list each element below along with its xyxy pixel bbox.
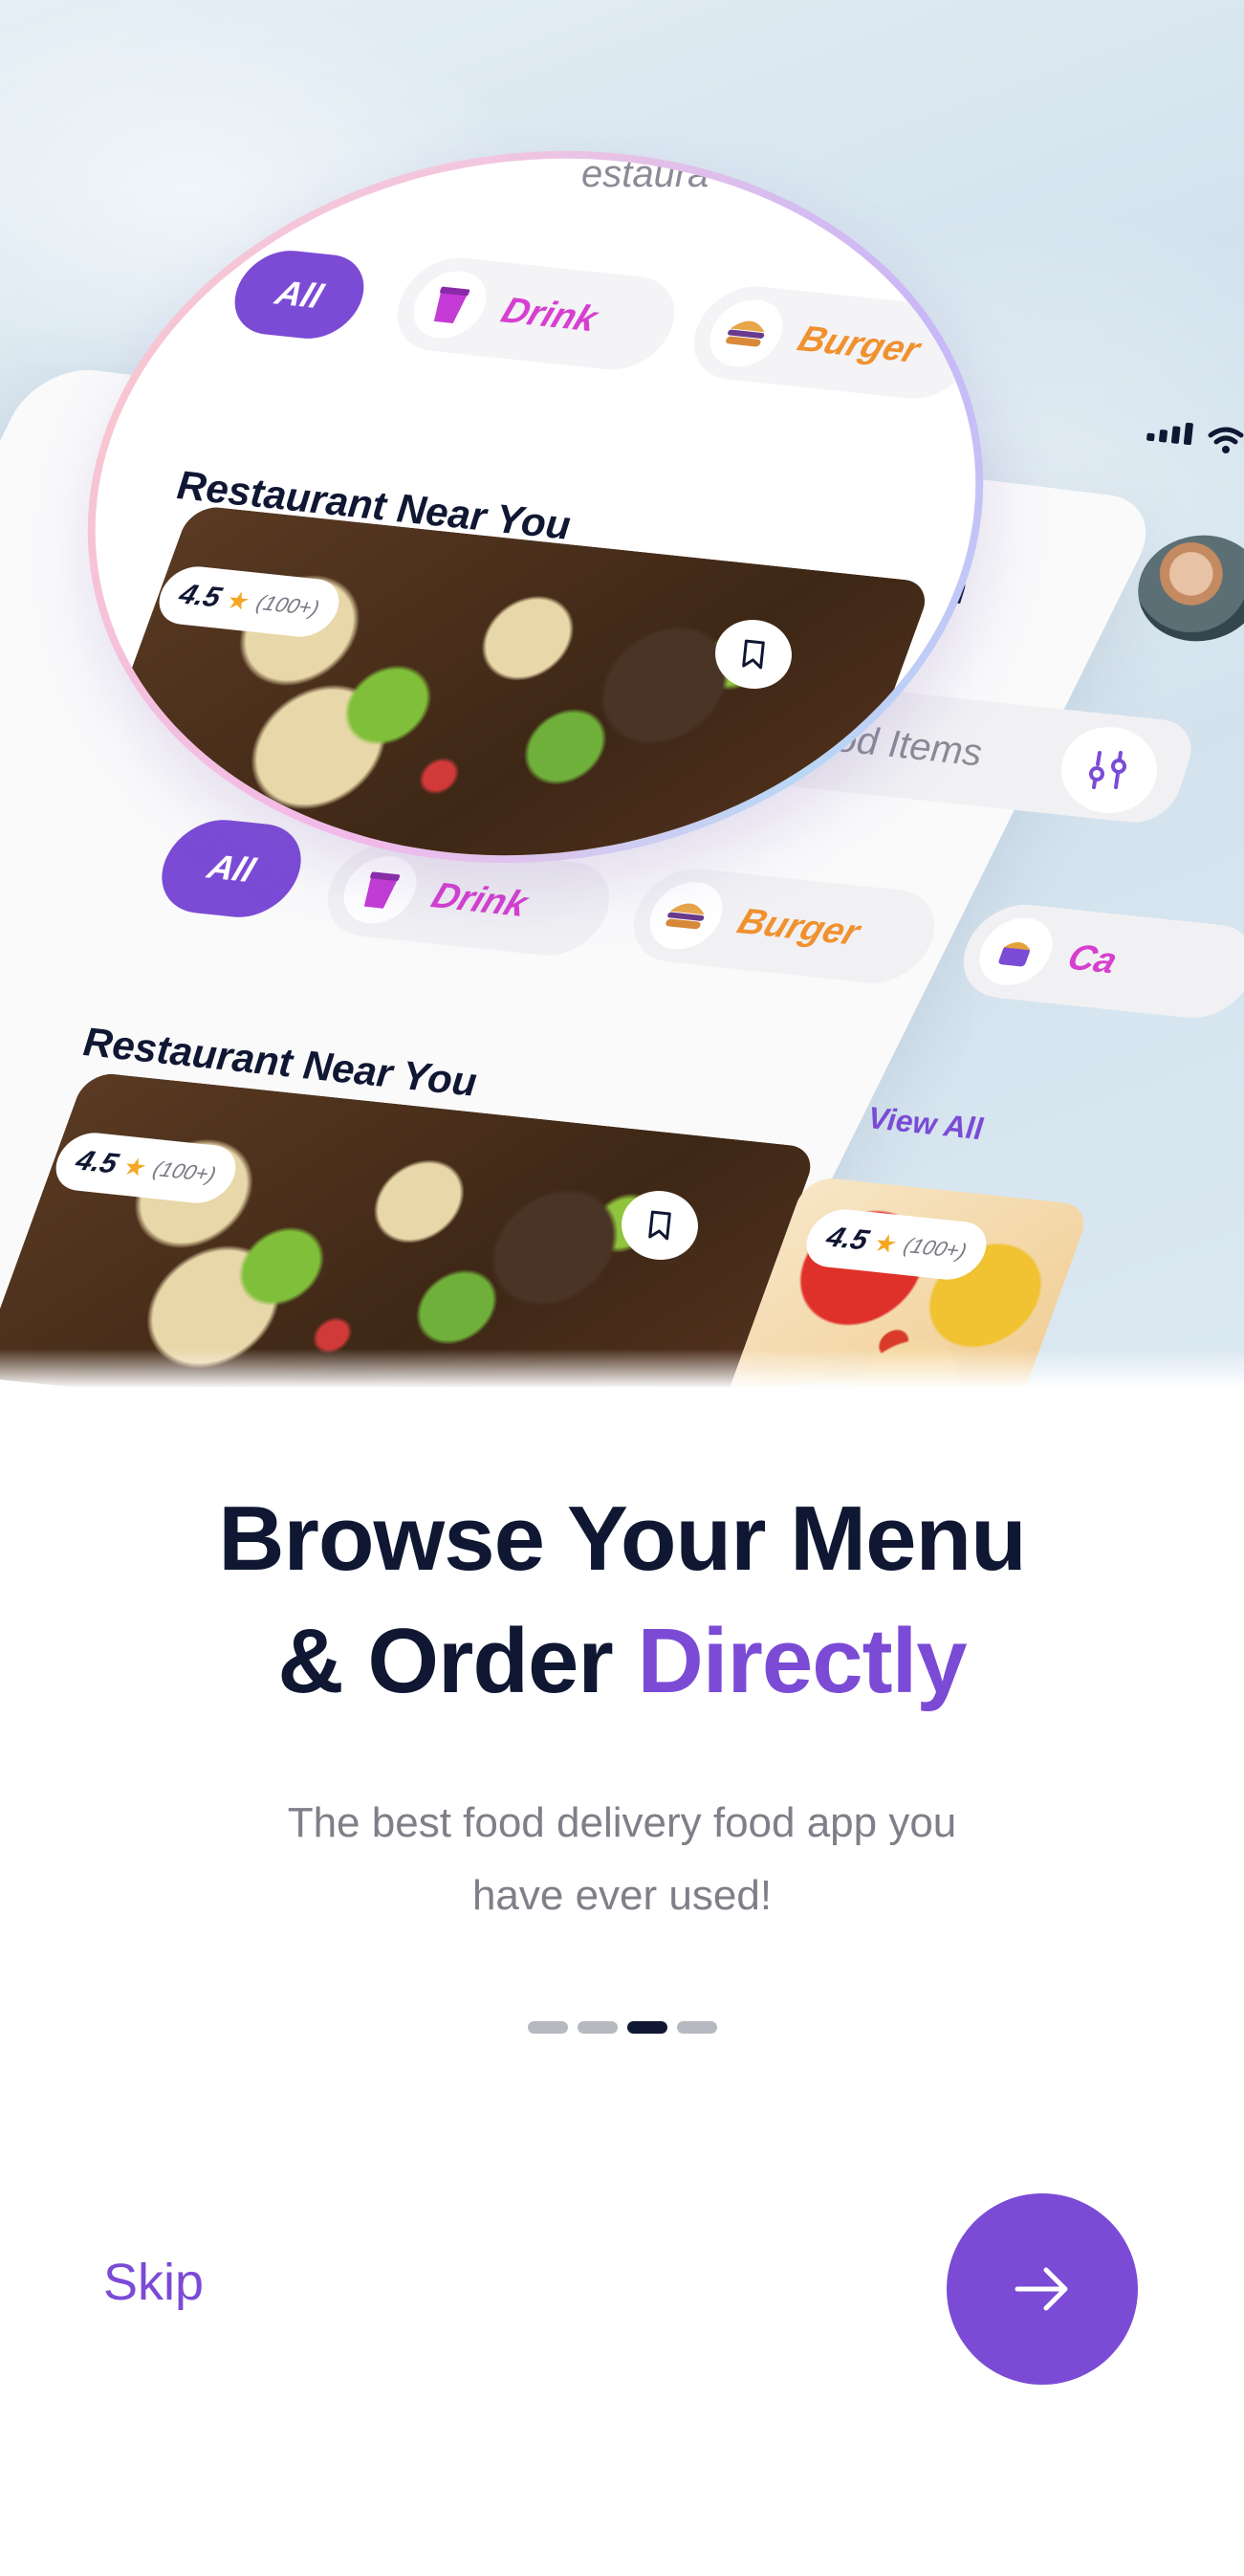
cup-icon — [404, 267, 496, 342]
signal-icon — [1146, 419, 1194, 446]
next-button[interactable] — [947, 2193, 1138, 2385]
category-chip-drink[interactable]: Drink — [383, 253, 688, 375]
pagination-dot[interactable] — [578, 2021, 618, 2034]
arrow-right-icon — [1015, 2267, 1068, 2311]
burger-icon — [640, 878, 733, 953]
star-icon: ★ — [119, 1151, 152, 1182]
review-count: (100+) — [149, 1156, 220, 1187]
page-title: Browse Your Menu & Order Directly — [0, 1478, 1244, 1723]
star-icon: ★ — [222, 584, 255, 616]
pagination-dot[interactable] — [528, 2021, 568, 2034]
title-line-2-prefix: & Order — [277, 1610, 613, 1712]
category-label: All — [271, 273, 329, 316]
pagination-dots — [528, 2021, 717, 2034]
skip-button[interactable]: Skip — [103, 2253, 204, 2312]
title-line-1: Browse Your Menu — [218, 1487, 1027, 1590]
subtitle-line-2: have ever used! — [471, 1872, 773, 1919]
review-count: (100+) — [252, 590, 323, 621]
rating-value: 4.5 — [821, 1221, 873, 1257]
view-all-link[interactable]: View All — [866, 1100, 984, 1147]
bookmark-icon — [742, 639, 765, 670]
category-label: Burger — [732, 901, 865, 953]
cup-icon — [334, 852, 427, 927]
category-label: All — [203, 847, 261, 890]
burger-icon — [700, 296, 794, 370]
category-chip-cake[interactable]: Ca — [949, 899, 1244, 1024]
category-label: Burger — [792, 319, 926, 371]
filter-icon — [1089, 751, 1126, 789]
hero-illustration: don Food Items All Drink Burger Ca Resta… — [0, 0, 1244, 1387]
rating-value: 4.5 — [71, 1144, 122, 1180]
pagination-dot-active[interactable] — [627, 2021, 667, 2034]
subtitle-line-1: The best food delivery food app you — [287, 1799, 957, 1846]
filter-button[interactable] — [1061, 727, 1157, 813]
category-label: Drink — [495, 290, 603, 340]
bookmark-icon — [648, 1210, 671, 1241]
category-chip-burger[interactable]: Burger — [680, 281, 990, 404]
star-icon: ★ — [869, 1227, 903, 1259]
category-label: Drink — [426, 875, 534, 925]
wifi-icon — [1208, 427, 1244, 453]
rating-value: 4.5 — [174, 578, 226, 614]
title-accent: Directly — [637, 1610, 967, 1712]
category-chip-all[interactable]: All — [222, 246, 377, 343]
cake-icon — [970, 914, 1063, 989]
magnifier-lens: estaura All Drink Burger Restaurant Near… — [41, 94, 1030, 920]
pagination-dot[interactable] — [677, 2021, 717, 2034]
hero-fade — [0, 1349, 1244, 1406]
magnified-header-text: estaura — [581, 153, 709, 195]
category-label: Ca — [1062, 936, 1124, 981]
avatar[interactable] — [1129, 525, 1244, 651]
review-count: (100+) — [900, 1233, 971, 1264]
subtitle: The best food delivery food app you have… — [191, 1787, 1053, 1932]
